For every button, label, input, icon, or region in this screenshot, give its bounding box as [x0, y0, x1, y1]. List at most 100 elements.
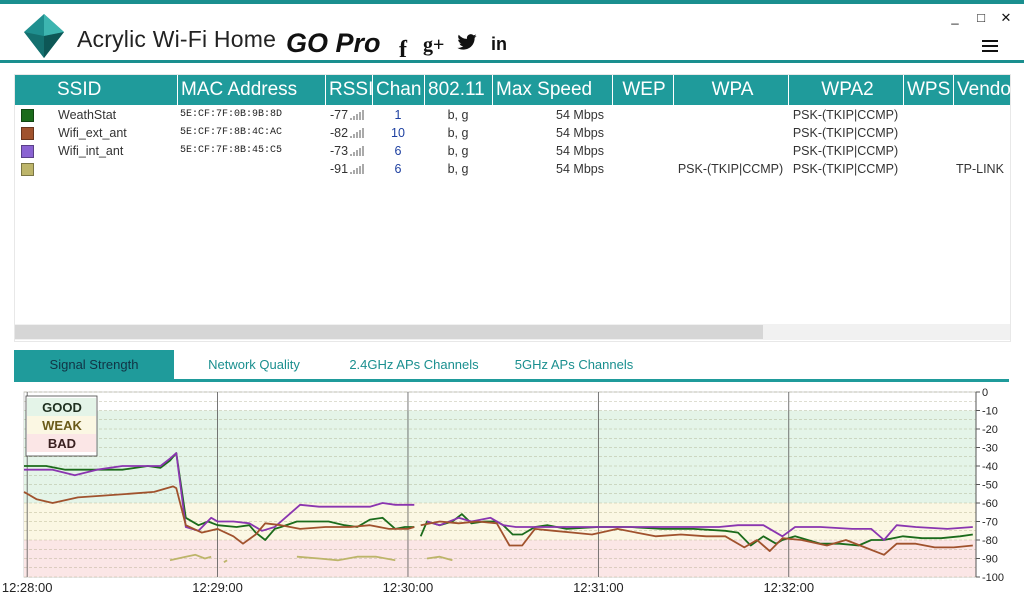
column-wpa2[interactable]: WPA2	[788, 75, 903, 105]
cell-std: b, g	[447, 126, 469, 140]
y-tick-label: -50	[982, 480, 998, 492]
tab-5ghz-channels[interactable]: 5GHz APs Channels	[508, 350, 640, 379]
y-tick-label: -90	[982, 554, 998, 566]
maximize-button[interactable]: □	[972, 10, 990, 25]
cell-rssi: -82	[330, 124, 372, 142]
cell-wps	[903, 106, 953, 124]
cell-std: b, g	[447, 108, 469, 122]
cell-rssi: -91	[330, 160, 372, 178]
y-tick-label: -70	[982, 517, 998, 529]
y-tick-label: -40	[982, 461, 998, 473]
cell-wep	[612, 142, 673, 160]
cell-chan: 6	[394, 144, 402, 158]
cell-wpa2: PSK-(TKIP|CCMP)	[792, 144, 899, 158]
x-tick-label: 12:32:00	[763, 580, 814, 595]
y-tick-label: -60	[982, 498, 998, 510]
x-tick-label: 12:30:00	[383, 580, 434, 595]
cell-rssi: -77	[330, 106, 372, 124]
y-tick-label: -10	[982, 406, 998, 418]
header-divider	[0, 60, 1024, 63]
column-rssi[interactable]: RSSI	[325, 75, 372, 105]
app-logo-icon	[24, 14, 64, 58]
table-row[interactable]: Wifi_int_ant 5E:CF:7F:8B:45:C5 -73 6 b, g 54 …	[15, 142, 1010, 160]
signal-bars-icon	[350, 146, 365, 156]
table-row[interactable]: -91 6 b, g 54 Mbps PSK-(TKIP|CCMP) PSK-(TKIP|…	[15, 160, 1010, 178]
legend-label: WEAK	[42, 418, 82, 433]
cell-vendor	[956, 142, 1010, 160]
cell-chan: 6	[394, 162, 402, 176]
column-ssid[interactable]: SSID	[15, 75, 177, 105]
cell-rssi: -73	[330, 142, 372, 160]
cell-chan: 10	[391, 126, 405, 140]
close-button[interactable]: ✕	[997, 10, 1015, 26]
series-color-swatch[interactable]	[21, 163, 34, 176]
cell-wpa	[673, 124, 788, 142]
cell-ssid	[58, 160, 176, 178]
twitter-icon[interactable]	[457, 34, 477, 50]
tab-signal-strength[interactable]: Signal Strength	[14, 350, 174, 379]
google-plus-icon[interactable]: g+	[423, 34, 444, 57]
legend-label: BAD	[48, 436, 76, 451]
x-tick-label: 12:29:00	[192, 580, 243, 595]
column-wps[interactable]: WPS	[903, 75, 953, 105]
cell-wps	[903, 142, 953, 160]
cell-wep	[612, 160, 673, 178]
cell-ssid: WeathStat	[58, 108, 117, 122]
scrollbar-thumb[interactable]	[15, 325, 763, 339]
x-tick-label: 12:28:00	[2, 580, 53, 595]
column-wep[interactable]: WEP	[612, 75, 673, 105]
tab-network-quality[interactable]: Network Quality	[192, 350, 316, 379]
cell-wpa	[673, 106, 788, 124]
column-standard[interactable]: 802.11	[424, 75, 492, 105]
tab-24ghz-channels[interactable]: 2.4GHz APs Channels	[344, 350, 484, 379]
table-header: SSID MAC Address RSSI Chan 802.11 Max Sp…	[15, 75, 1010, 105]
cell-wpa: PSK-(TKIP|CCMP)	[677, 162, 784, 176]
series-color-swatch[interactable]	[21, 127, 34, 140]
cell-chan: 1	[394, 108, 402, 122]
series-color-swatch[interactable]	[21, 145, 34, 158]
cell-wep	[612, 124, 673, 142]
column-mac[interactable]: MAC Address	[177, 75, 325, 105]
cell-speed: 54 Mbps	[556, 108, 604, 122]
cell-speed: 54 Mbps	[556, 144, 604, 158]
cell-mac: 5E:CF:7F:0B:9B:8D	[180, 109, 283, 120]
cell-wpa2: PSK-(TKIP|CCMP)	[792, 162, 899, 176]
linkedin-icon[interactable]: in	[491, 34, 507, 55]
chart-tabs: Signal Strength Network Quality 2.4GHz A…	[14, 350, 1009, 382]
cell-speed: 54 Mbps	[556, 162, 604, 176]
column-wpa[interactable]: WPA	[673, 75, 788, 105]
cell-speed: 54 Mbps	[556, 126, 604, 140]
signal-bars-icon	[350, 110, 365, 120]
table-horizontal-scrollbar[interactable]	[15, 324, 1010, 340]
edition-label: GO Pro	[286, 28, 381, 58]
column-channel[interactable]: Chan	[372, 75, 424, 105]
cell-vendor	[956, 124, 1010, 142]
cell-mac: 5E:CF:7F:8B:4C:AC	[180, 127, 283, 138]
cell-mac: 5E:CF:7F:8B:45:C5	[180, 145, 283, 156]
app-title: Acrylic Wi-Fi Home	[77, 26, 277, 52]
cell-wps	[903, 160, 953, 178]
cell-ssid: Wifi_ext_ant	[58, 126, 127, 140]
cell-mac	[180, 160, 325, 178]
app-header: Acrylic Wi-Fi Home GO Pro f g+ in _ □ ✕	[0, 4, 1024, 63]
series-color-swatch[interactable]	[21, 109, 34, 122]
table-row[interactable]: Wifi_ext_ant 5E:CF:7F:8B:4C:AC -82 10 b, g 54…	[15, 124, 1010, 142]
minimize-button[interactable]: _	[946, 10, 964, 25]
signal-bars-icon	[350, 164, 365, 174]
column-max-speed[interactable]: Max Speed	[492, 75, 612, 105]
column-vendor[interactable]: Vendor	[953, 75, 1010, 105]
cell-ssid: Wifi_int_ant	[58, 144, 124, 158]
cell-std: b, g	[447, 162, 469, 176]
cell-vendor	[956, 106, 1010, 124]
y-tick-label: -80	[982, 535, 998, 547]
cell-wps	[903, 124, 953, 142]
y-tick-label: 0	[982, 387, 988, 399]
table-row[interactable]: WeathStat 5E:CF:7F:0B:9B:8D -77 1 b, g 54 Mbp…	[15, 106, 1010, 124]
cell-wpa2: PSK-(TKIP|CCMP)	[792, 126, 899, 140]
signal-strength-chart: 0 -10 -20 -30 -40 -50 -60 -70 -80 -90 -100 12:28:00…	[0, 384, 1024, 600]
cell-vendor: TP-LINK	[956, 162, 1004, 176]
x-tick-label: 12:31:00	[573, 580, 624, 595]
hamburger-menu-icon[interactable]	[982, 40, 998, 55]
cell-wpa2: PSK-(TKIP|CCMP)	[792, 108, 899, 122]
tabs-underline	[14, 379, 1009, 382]
